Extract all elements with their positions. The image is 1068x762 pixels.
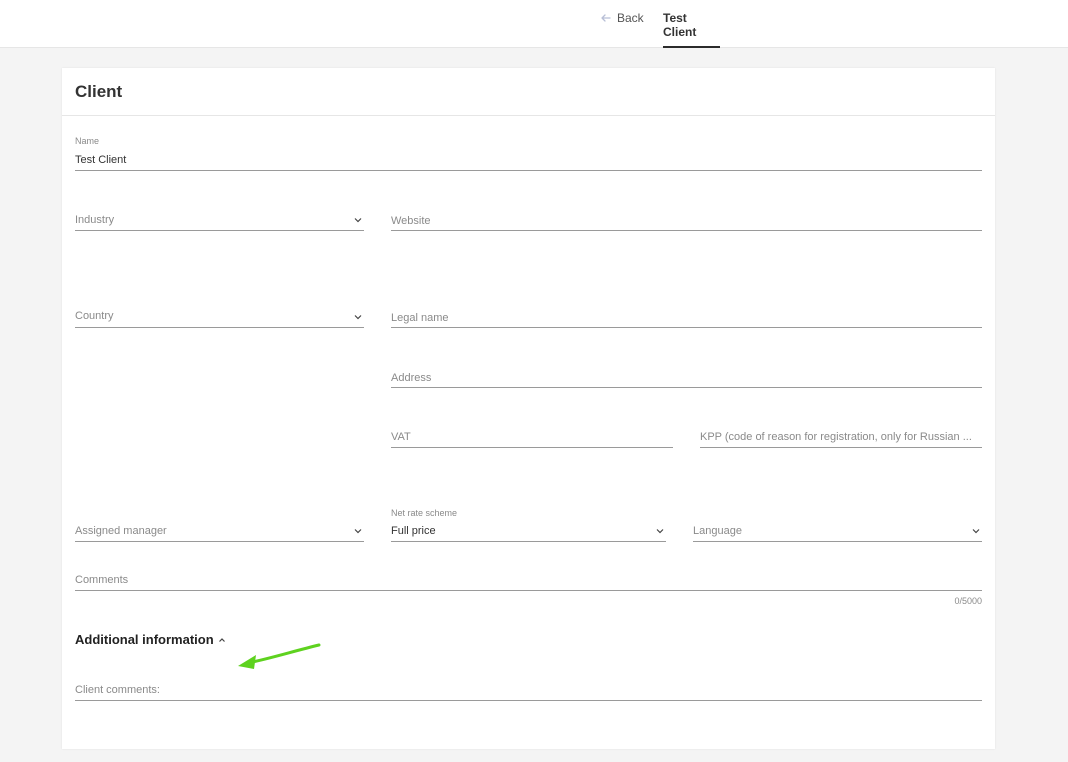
back-button[interactable]: Back: [600, 10, 644, 26]
divider: [62, 115, 995, 116]
name-field[interactable]: Name Test Client: [75, 136, 982, 171]
legal-name-placeholder: Legal name: [391, 312, 449, 324]
assigned-manager-placeholder: Assigned manager: [75, 525, 167, 537]
vat-field[interactable]: VAT: [391, 425, 673, 448]
assigned-manager-select[interactable]: Assigned manager: [75, 515, 364, 542]
annotation-arrow: [238, 643, 321, 669]
client-card: Client Name Test Client Industry Website…: [62, 68, 995, 749]
address-placeholder: Address: [391, 372, 432, 384]
top-bar: Back Test Client: [0, 0, 1068, 48]
net-rate-label: Net rate scheme: [391, 508, 458, 518]
name-value: Test Client: [75, 154, 127, 166]
website-placeholder: Website: [391, 215, 431, 227]
comments-counter: 0/5000: [954, 596, 982, 606]
client-comments-field[interactable]: Client comments:: [75, 678, 982, 701]
vat-placeholder: VAT: [391, 431, 411, 443]
chevron-down-icon: [354, 529, 362, 534]
back-label: Back: [617, 11, 644, 25]
chevron-down-icon: [354, 315, 362, 320]
page-title: Client: [75, 82, 123, 101]
industry-select[interactable]: Industry: [75, 208, 364, 231]
tab-test-client[interactable]: Test Client: [663, 0, 720, 48]
net-rate-value: Full price: [391, 525, 436, 537]
address-field[interactable]: Address: [391, 365, 982, 388]
chevron-up-icon: [218, 637, 225, 642]
language-placeholder: Language: [693, 525, 742, 537]
comments-placeholder: Comments: [75, 574, 129, 586]
country-select[interactable]: Country: [75, 305, 364, 328]
kpp-placeholder: KPP (code of reason for registration, on…: [700, 431, 972, 443]
language-select[interactable]: Language: [693, 515, 982, 542]
chevron-down-icon: [972, 529, 980, 534]
net-rate-scheme-select[interactable]: Net rate scheme Full price: [391, 508, 666, 542]
country-placeholder: Country: [75, 310, 114, 322]
legal-name-field[interactable]: Legal name: [391, 305, 982, 328]
arrow-left-icon: [601, 14, 611, 22]
tab-label: Test Client: [663, 11, 697, 39]
website-field[interactable]: Website: [391, 208, 982, 231]
kpp-field[interactable]: KPP (code of reason for registration, on…: [700, 425, 982, 448]
additional-info-toggle[interactable]: Additional information: [75, 632, 226, 647]
comments-field[interactable]: Comments: [75, 568, 982, 591]
chevron-down-icon: [656, 529, 664, 534]
additional-info-title: Additional information: [75, 632, 214, 647]
name-label: Name: [75, 136, 100, 146]
chevron-down-icon: [354, 218, 362, 223]
industry-placeholder: Industry: [75, 214, 115, 226]
client-comments-placeholder: Client comments:: [75, 684, 160, 696]
